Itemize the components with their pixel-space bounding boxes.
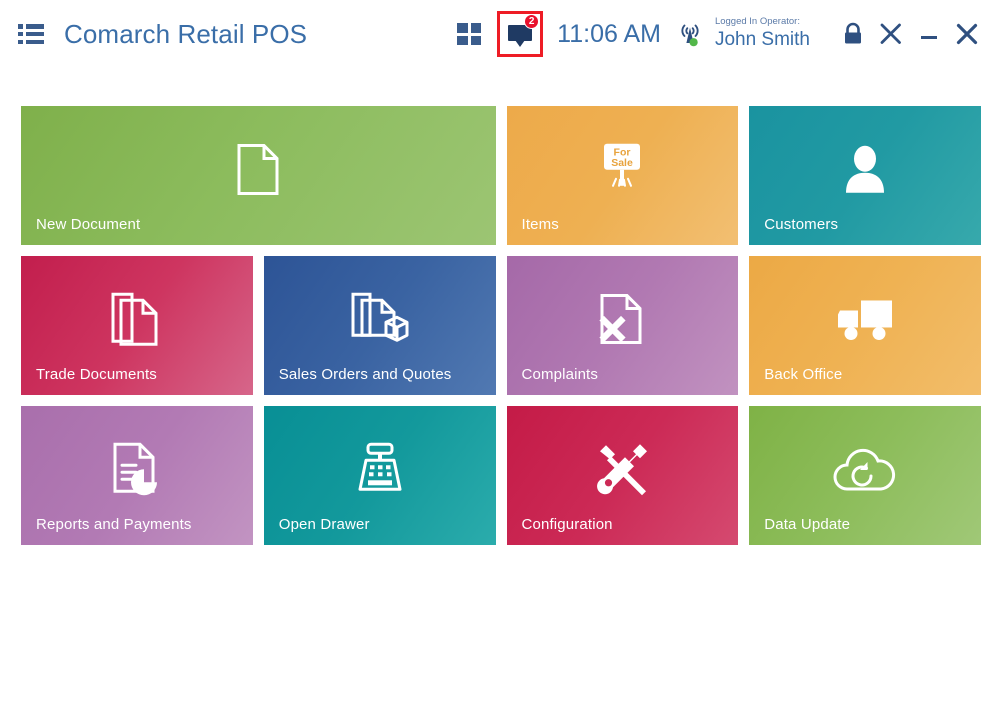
app-header: Comarch Retail POS 2 11:06 AM bbox=[0, 0, 1002, 68]
menu-row bbox=[18, 40, 44, 45]
tile-label: Back Office bbox=[764, 366, 842, 383]
operator-caption: Logged In Operator: bbox=[715, 17, 810, 27]
menu-bar bbox=[26, 40, 44, 45]
tile-label: Sales Orders and Quotes bbox=[279, 366, 452, 383]
minimize-icon bbox=[917, 22, 941, 46]
minimize-button[interactable] bbox=[912, 17, 946, 51]
grid-cell bbox=[457, 23, 468, 33]
tile-customers[interactable]: Customers bbox=[749, 106, 981, 245]
sign-line-2: Sale bbox=[612, 156, 634, 168]
tile-grid: New Document For Sale Items bbox=[0, 106, 1002, 545]
tools-icon bbox=[878, 21, 904, 47]
tile-label: Customers bbox=[764, 216, 838, 233]
tile-label: Configuration bbox=[522, 516, 613, 533]
header-right-group: 2 11:06 AM Logged In Operator: John Smit… bbox=[457, 0, 984, 68]
clock-display: 11:06 AM bbox=[557, 20, 661, 49]
close-button[interactable] bbox=[950, 17, 984, 51]
grid-view-icon[interactable] bbox=[457, 23, 481, 45]
tile-label: Data Update bbox=[764, 516, 850, 533]
tile-reports-and-payments[interactable]: Reports and Payments bbox=[21, 406, 253, 545]
tile-label: Trade Documents bbox=[36, 366, 157, 383]
operator-name: John Smith bbox=[715, 29, 810, 51]
menu-row bbox=[18, 24, 44, 29]
signal-antenna-icon[interactable] bbox=[675, 19, 705, 49]
grid-cell bbox=[471, 36, 482, 46]
menu-bar bbox=[26, 24, 44, 29]
tile-label: Items bbox=[522, 216, 559, 233]
grid-cell bbox=[457, 36, 468, 46]
tile-label: New Document bbox=[36, 216, 140, 233]
menu-bar bbox=[26, 32, 44, 37]
truck-icon bbox=[749, 297, 981, 343]
menu-dot bbox=[18, 32, 23, 37]
tile-data-update[interactable]: Data Update bbox=[749, 406, 981, 545]
logged-in-operator[interactable]: Logged In Operator: John Smith bbox=[715, 17, 810, 50]
tools-button[interactable] bbox=[874, 17, 908, 51]
page-title: Comarch Retail POS bbox=[64, 19, 307, 50]
notifications-button[interactable]: 2 bbox=[497, 11, 543, 57]
tools-icon bbox=[507, 441, 739, 497]
bubble-tail bbox=[515, 40, 525, 47]
person-icon bbox=[749, 143, 981, 195]
tile-open-drawer[interactable]: Open Drawer bbox=[264, 406, 496, 545]
document-box-icon bbox=[264, 291, 496, 347]
menu-dot bbox=[18, 24, 23, 29]
sign-line-1: For bbox=[614, 146, 631, 158]
tile-label: Complaints bbox=[522, 366, 599, 383]
for-sale-sign-icon: For Sale bbox=[507, 138, 739, 198]
tile-complaints[interactable]: Complaints bbox=[507, 256, 739, 395]
document-chart-icon bbox=[21, 441, 253, 497]
hamburger-list-icon[interactable] bbox=[18, 24, 44, 44]
documents-stack-icon bbox=[21, 291, 253, 347]
tile-sales-orders-and-quotes[interactable]: Sales Orders and Quotes bbox=[264, 256, 496, 395]
lock-button[interactable] bbox=[836, 17, 870, 51]
cash-register-icon bbox=[264, 441, 496, 497]
tile-label: Open Drawer bbox=[279, 516, 370, 533]
close-icon bbox=[954, 21, 980, 47]
tile-new-document[interactable]: New Document bbox=[21, 106, 496, 245]
grid-cell bbox=[471, 23, 482, 33]
cloud-refresh-icon bbox=[749, 445, 981, 495]
tile-trade-documents[interactable]: Trade Documents bbox=[21, 256, 253, 395]
document-icon bbox=[21, 142, 496, 196]
notification-badge: 2 bbox=[524, 14, 539, 29]
menu-dot bbox=[18, 40, 23, 45]
tile-configuration[interactable]: Configuration bbox=[507, 406, 739, 545]
document-x-icon bbox=[507, 292, 739, 346]
tile-items[interactable]: For Sale Items bbox=[507, 106, 739, 245]
tile-back-office[interactable]: Back Office bbox=[749, 256, 981, 395]
menu-row bbox=[18, 32, 44, 37]
lock-icon bbox=[842, 22, 864, 46]
tile-label: Reports and Payments bbox=[36, 516, 192, 533]
